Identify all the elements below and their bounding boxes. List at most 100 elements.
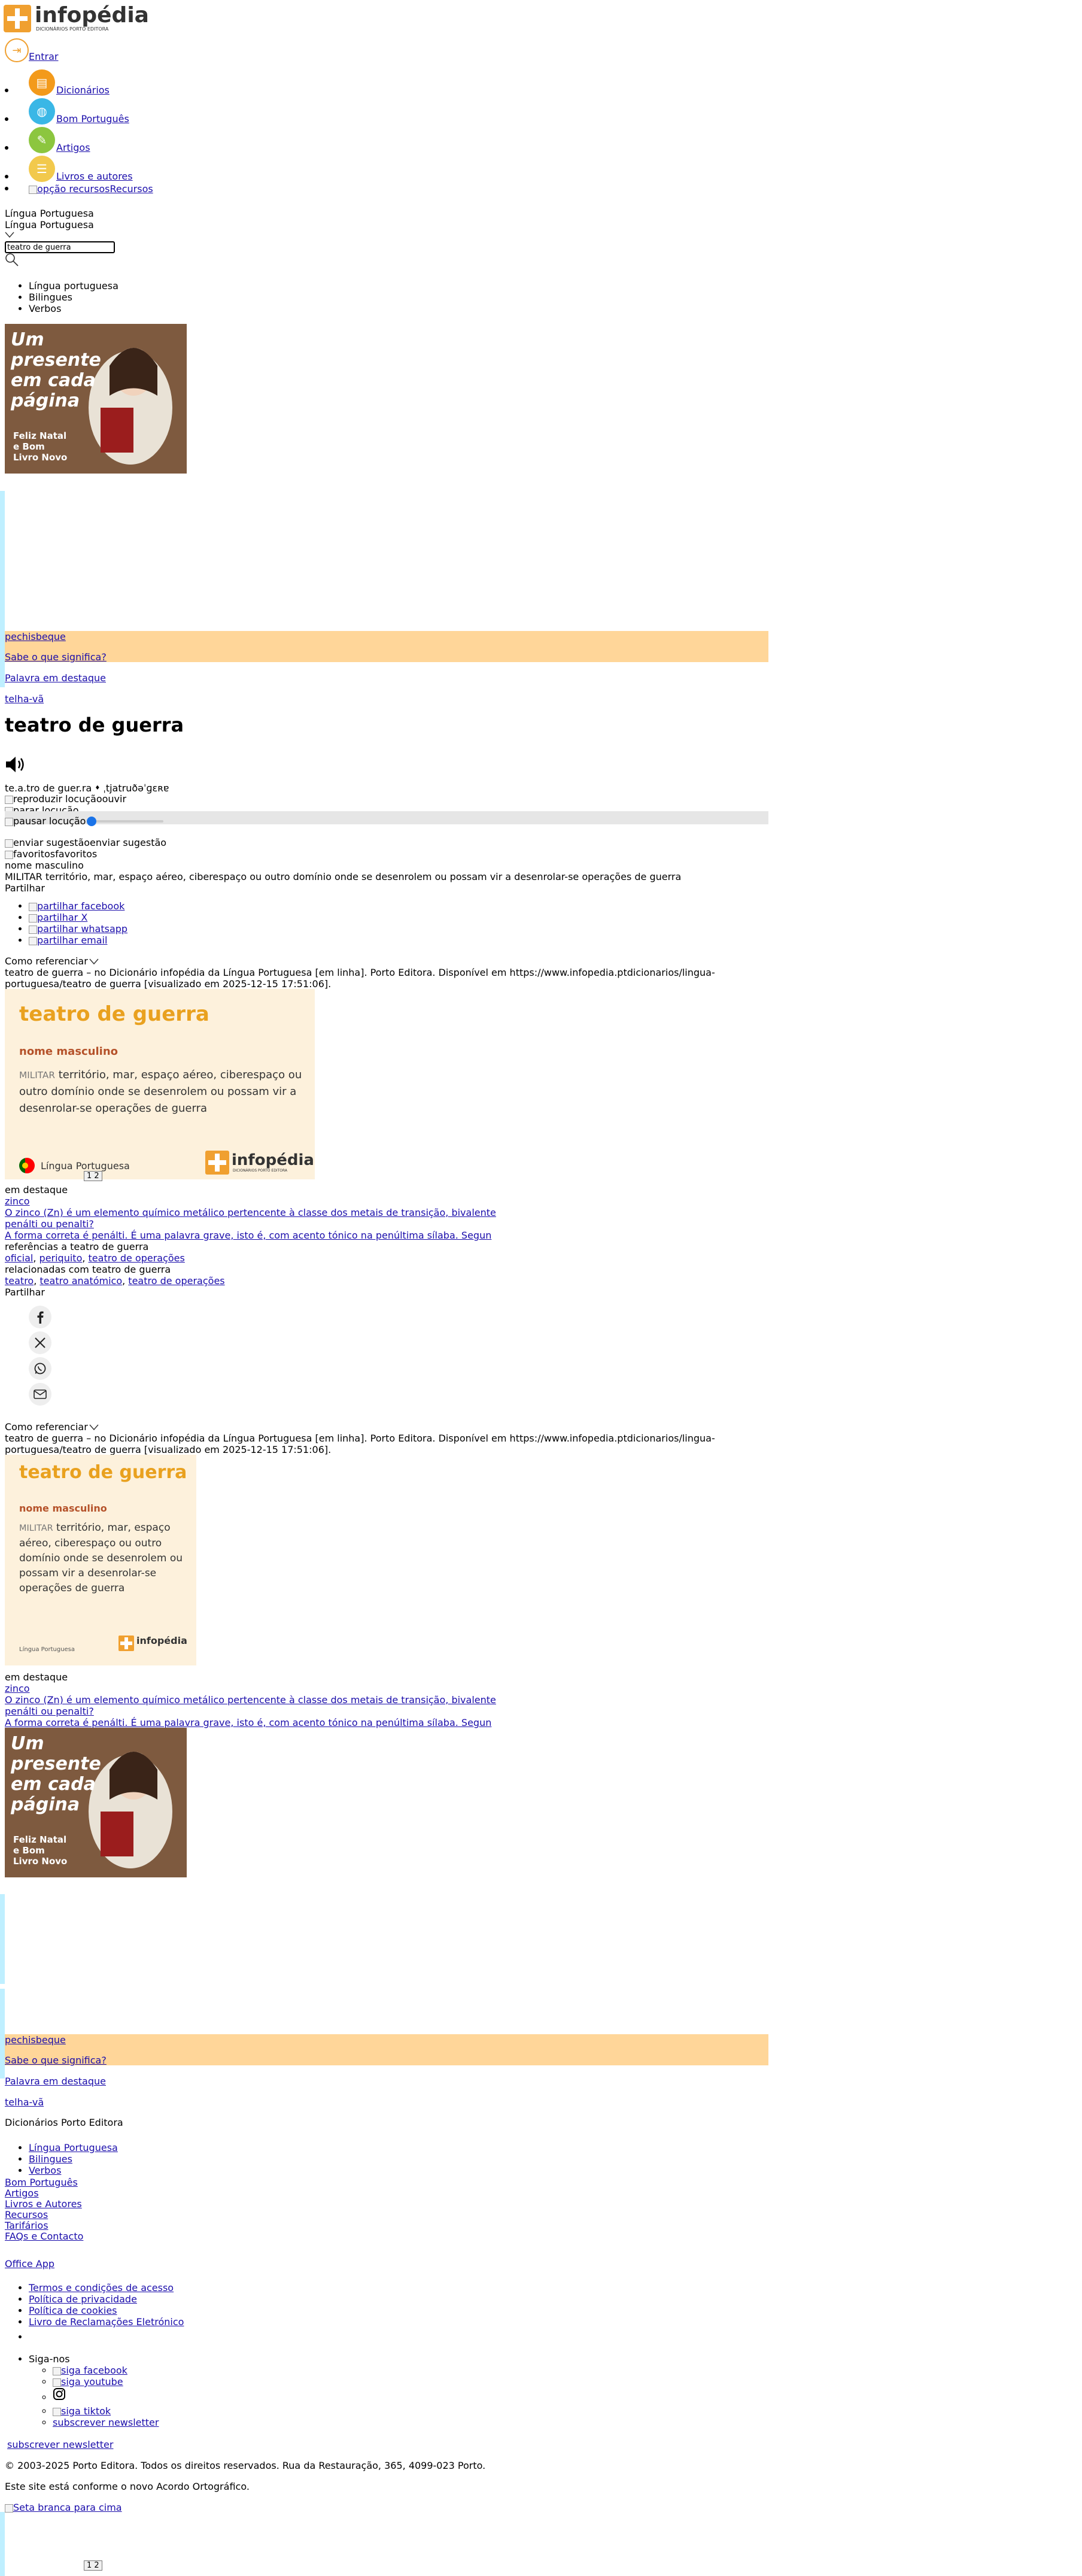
share-label: Partilhar — [5, 882, 45, 894]
tiktok-icon — [53, 2407, 61, 2416]
language-selector[interactable]: Língua Portuguesa — [5, 208, 94, 219]
citation-text: teatro de guerra – no Dicionário infopéd… — [5, 967, 715, 990]
footer-link[interactable]: Tarifários — [5, 2220, 48, 2231]
reference-link[interactable]: oficial — [5, 1252, 33, 1264]
featured-word-label[interactable]: Palavra em destaque — [5, 2076, 106, 2087]
nav-label[interactable]: Livros e autores — [56, 171, 133, 182]
share-whatsapp-button[interactable] — [29, 1354, 51, 1380]
legal-link[interactable]: Termos e condições de acesso — [29, 2282, 174, 2293]
footer-link[interactable]: Recursos — [5, 2209, 48, 2220]
book-icon: ▤ — [29, 69, 55, 96]
send-suggestion-button[interactable]: enviar sugestãoenviar sugestão — [5, 837, 166, 848]
nav-label[interactable]: Dicionários — [56, 84, 110, 96]
promo-word-link[interactable]: pechisbeque — [5, 2034, 66, 2046]
highlight-link[interactable]: A forma correta é penálti. É uma palavra… — [5, 1717, 491, 1728]
pause-audio-button[interactable]: pausar locução — [5, 815, 86, 827]
card-pager[interactable]: 1 2 — [84, 1169, 102, 1181]
legal-link[interactable]: Política de cookies — [29, 2305, 117, 2316]
featured-word-link[interactable]: telha-vã — [5, 693, 44, 705]
share-email-button[interactable] — [29, 1380, 51, 1406]
promo-word-link[interactable]: pechisbeque — [5, 631, 66, 642]
instagram-icon — [53, 2388, 66, 2403]
cite-toggle[interactable]: Como referenciar — [5, 955, 100, 967]
footer-link[interactable]: Artigos — [5, 2187, 39, 2199]
legal-link[interactable]: Política de privacidade — [29, 2293, 137, 2305]
highlight-link[interactable]: penálti ou penalti? — [5, 1218, 94, 1230]
play-audio-button[interactable]: reproduzir locuçãoouvir — [5, 793, 126, 805]
footer-link[interactable]: Livros e Autores — [5, 2198, 82, 2210]
advertisement-banner[interactable]: Um presente em cada página Feliz Natal e… — [5, 1728, 187, 1877]
newsletter-subscribe-link[interactable]: subscrever newsletter — [7, 2439, 113, 2450]
footer-title: Dicionários Porto Editora — [5, 2117, 123, 2128]
search-input[interactable] — [5, 241, 115, 253]
share-x-link[interactable]: partilhar X — [29, 912, 127, 923]
favorites-button[interactable]: favoritosfavoritos — [5, 848, 97, 860]
related-link[interactable]: teatro — [5, 1275, 34, 1287]
share-card-large: teatro de guerra nome masculino MILITAR … — [5, 989, 315, 1179]
reference-link[interactable]: teatro de operações — [89, 1252, 185, 1264]
references-label: referências a teatro de guerra — [5, 1241, 149, 1252]
side-banner — [0, 2512, 5, 2576]
recursos-link[interactable]: opção recursosRecursos — [29, 183, 153, 195]
highlight-link[interactable]: O zinco (Zn) é um elemento químico metál… — [5, 1207, 496, 1218]
social-follow-list: siga facebook siga youtube siga tiktok s… — [53, 2365, 159, 2428]
legal-link[interactable]: Livro de Reclamações Eletrónico — [29, 2316, 184, 2328]
search-type-item[interactable]: Verbos — [29, 303, 118, 314]
speaker-icon[interactable] — [5, 755, 28, 776]
share-email-link[interactable]: partilhar email — [29, 934, 127, 946]
footer-link[interactable]: FAQs e Contacto — [5, 2231, 83, 2242]
nav-item-livros[interactable]: ☰ Livros e autores — [5, 153, 133, 182]
bottom-pager[interactable]: 1 2 — [84, 2559, 102, 2571]
share-x-button[interactable] — [29, 1328, 51, 1354]
follow-instagram-link[interactable] — [53, 2387, 159, 2405]
login-label[interactable]: Entrar — [29, 51, 58, 62]
highlight-link[interactable]: zinco — [5, 1196, 30, 1207]
card-definition: MILITAR território, mar, espaço aéreo, c… — [19, 1522, 183, 1594]
chevron-down-icon[interactable] — [5, 230, 14, 241]
promo-question-link[interactable]: Sabe o que significa? — [5, 2055, 107, 2066]
nav-label[interactable]: Artigos — [56, 142, 90, 153]
promo-question-link[interactable]: Sabe o que significa? — [5, 651, 107, 663]
share-facebook-button[interactable] — [29, 1303, 51, 1328]
logo-tagline: DICIONÁRIOS PORTO EDITORA — [36, 26, 109, 32]
orthography-note: Este site está conforme o novo Acordo Or… — [5, 2481, 250, 2492]
search-type-item[interactable]: Bilingues — [29, 292, 118, 303]
back-to-top-link[interactable]: Seta branca para cima — [5, 2502, 122, 2513]
share-facebook-link[interactable]: partilhar facebook — [29, 900, 127, 912]
highlight-link[interactable]: A forma correta é penálti. É uma palavra… — [5, 1230, 491, 1241]
footer-link[interactable]: Bilingues — [29, 2153, 118, 2165]
featured-word-link[interactable]: telha-vã — [5, 2096, 44, 2108]
audio-progress-slider[interactable] — [87, 817, 165, 826]
highlight-link[interactable]: penálti ou penalti? — [5, 1706, 94, 1717]
search-type-item[interactable]: Língua portuguesa — [29, 280, 118, 292]
card-pos: nome masculino — [19, 1045, 118, 1058]
share-whatsapp-link[interactable]: partilhar whatsapp — [29, 923, 127, 934]
featured-word-label[interactable]: Palavra em destaque — [5, 672, 106, 684]
related-link[interactable]: teatro de operações — [128, 1275, 224, 1287]
search-icon[interactable] — [5, 253, 19, 269]
cite-toggle[interactable]: Como referenciar — [5, 1421, 100, 1433]
highlight-link[interactable]: O zinco (Zn) é um elemento químico metál… — [5, 1694, 496, 1706]
related-link[interactable]: teatro anatómico — [39, 1275, 122, 1287]
reference-link[interactable]: periquito — [39, 1252, 83, 1264]
follow-youtube-link[interactable]: siga youtube — [53, 2376, 159, 2387]
office-app-link[interactable]: Office App — [5, 2258, 54, 2269]
nav-label[interactable]: Bom Português — [56, 113, 129, 125]
highlight-link[interactable]: zinco — [5, 1683, 30, 1694]
nav-item-artigos[interactable]: ✎ Artigos — [5, 125, 133, 153]
ad-subline: Feliz Natal e Bom Livro Novo — [13, 430, 68, 463]
newsletter-link[interactable]: subscrever newsletter — [53, 2417, 159, 2428]
nav-item-bom-portugues[interactable]: ◍ Bom Português — [5, 96, 133, 125]
footer-link[interactable]: Língua Portuguesa — [29, 2142, 118, 2153]
footer-link[interactable]: Bom Português — [5, 2177, 78, 2188]
footer-link[interactable]: Verbos — [29, 2165, 118, 2176]
nav-item-dicionarios[interactable]: ▤ Dicionários — [5, 67, 133, 96]
infopedia-logo[interactable]: infopédia DICIONÁRIOS PORTO EDITORA — [4, 4, 149, 35]
nav-item-recursos[interactable]: opção recursosRecursos — [5, 183, 153, 195]
advertisement-banner[interactable]: Um presente em cada página Feliz Natal e… — [5, 324, 187, 474]
follow-facebook-link[interactable]: siga facebook — [53, 2365, 159, 2376]
login-link[interactable]: ⇥ Entrar — [5, 36, 58, 62]
highlights-label: em destaque — [5, 1671, 68, 1683]
follow-tiktok-link[interactable]: siga tiktok — [53, 2405, 159, 2417]
side-banner — [0, 1989, 5, 2079]
